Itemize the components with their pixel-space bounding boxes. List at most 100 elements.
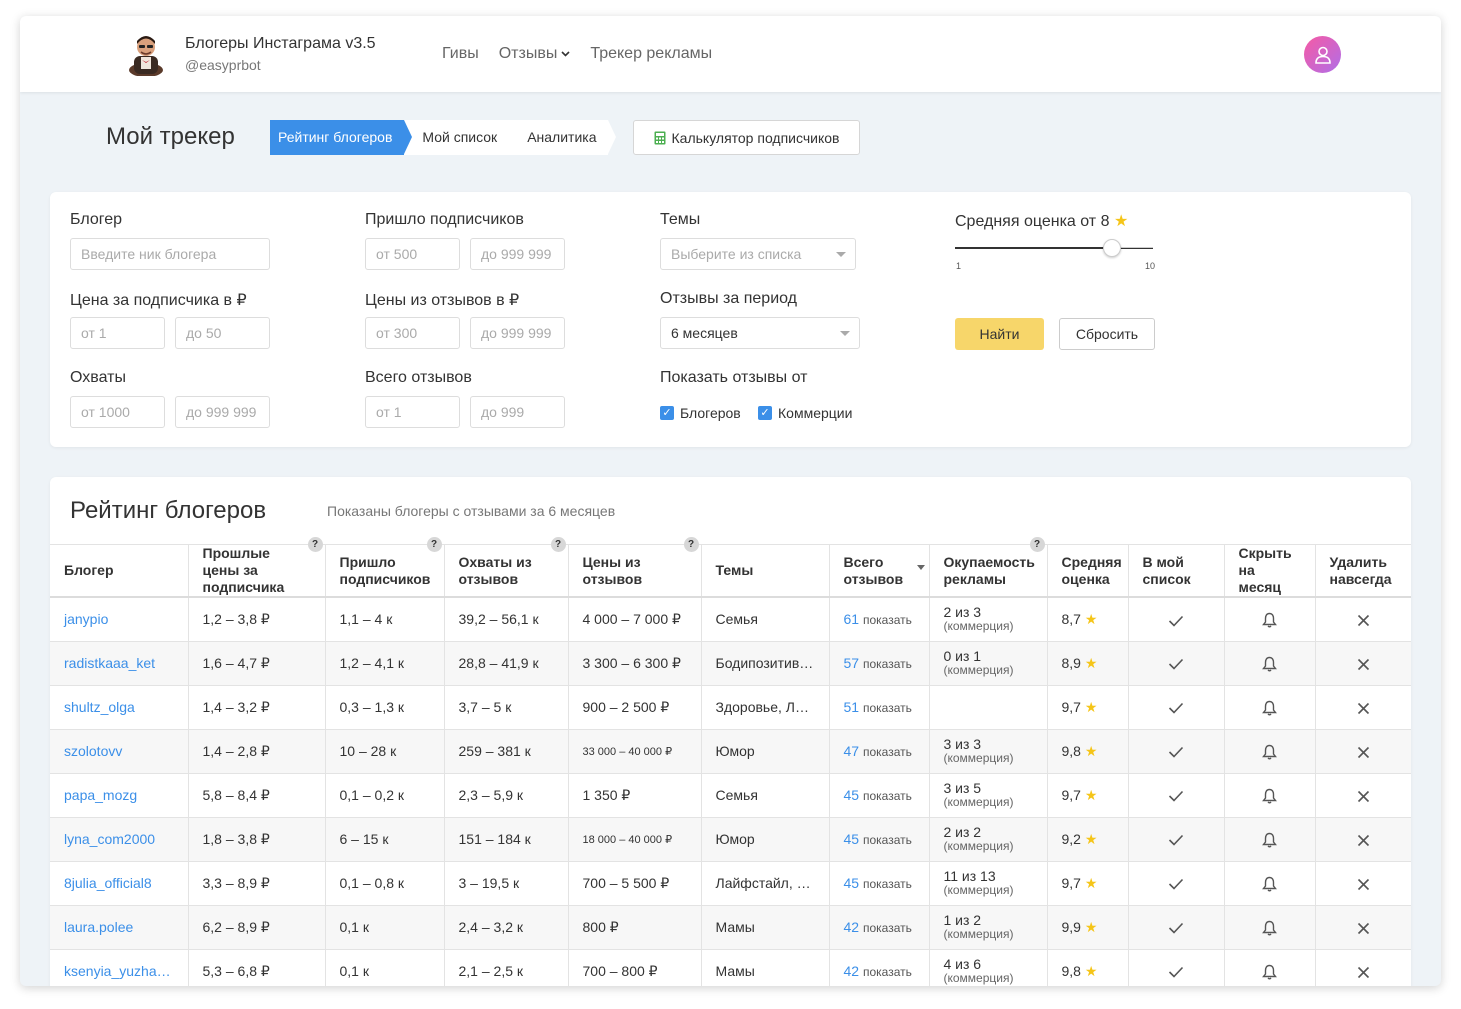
bot-avatar[interactable] [124,30,168,77]
add-to-list-button[interactable] [1128,905,1225,950]
calculator-button[interactable]: Калькулятор подписчиков [633,120,860,155]
user-avatar[interactable] [1304,36,1341,73]
hide-month-button[interactable] [1224,949,1316,986]
total-reviews-cell[interactable]: 61 показать [829,597,930,642]
add-to-list-button[interactable] [1128,817,1225,862]
bloggers-checkbox[interactable]: ✓ Блогеров [660,405,741,421]
show-reviews-link[interactable]: показать [863,745,912,759]
total-reviews-count[interactable]: 45 [844,875,860,891]
nav-item-otzyvy[interactable]: Отзывы [499,45,571,63]
price-from-input[interactable]: от 1 [70,317,165,349]
add-to-list-button[interactable] [1128,641,1225,686]
blogger-link[interactable]: laura.polee [50,905,189,950]
total-reviews-cell[interactable]: 45 показать [829,861,930,906]
delete-forever-button[interactable] [1315,861,1411,906]
total-reviews-count[interactable]: 57 [844,655,860,671]
delete-forever-button[interactable] [1315,685,1411,730]
show-reviews-link[interactable]: показать [863,657,912,671]
help-icon[interactable]: ? [550,537,566,552]
total-reviews-count[interactable]: 47 [844,743,860,759]
blogger-link[interactable]: radistkaaa_ket [50,641,189,686]
total-reviews-cell[interactable]: 45 показать [829,817,930,862]
delete-forever-button[interactable] [1315,773,1411,818]
total-to-input[interactable]: до 999 [470,396,565,428]
nav-item-ad-tracker[interactable]: Трекер рекламы [590,45,712,63]
total-reviews-count[interactable]: 42 [844,919,860,935]
avg-score-slider-thumb[interactable] [1103,239,1121,257]
help-icon[interactable]: ? [683,537,699,552]
blogger-link[interactable]: 8julia_official8 [50,861,189,906]
col-total-reviews[interactable]: Всего отзывов [829,544,930,598]
blogger-link[interactable]: lyna_com2000 [50,817,189,862]
tab-analytics[interactable]: Аналитика [509,120,617,155]
period-select[interactable]: 6 месяцев [660,317,860,349]
reach-from-input[interactable]: от 1000 [70,396,165,428]
help-icon[interactable]: ? [426,537,442,552]
hide-month-button[interactable] [1224,861,1316,906]
total-reviews-cell[interactable]: 42 показать [829,949,930,986]
tab-rating[interactable]: Рейтинг блогеров [270,120,413,155]
help-icon[interactable]: ? [1029,537,1045,552]
blogger-search-input[interactable]: Введите ник блогера [70,238,270,270]
show-reviews-link[interactable]: показать [863,921,912,935]
total-reviews-cell[interactable]: 45 показать [829,773,930,818]
add-to-list-button[interactable] [1128,685,1225,730]
hide-month-button[interactable] [1224,641,1316,686]
show-reviews-link[interactable]: показать [863,833,912,847]
reset-button[interactable]: Сбросить [1059,318,1155,350]
delete-forever-button[interactable] [1315,949,1411,986]
total-reviews-count[interactable]: 42 [844,963,860,979]
reach-to-input[interactable]: до 999 999 [175,396,270,428]
review-price-from-input[interactable]: от 300 [365,317,460,349]
nav-item-givy[interactable]: Гивы [442,45,479,63]
add-to-list-button[interactable] [1128,861,1225,906]
show-reviews-link[interactable]: показать [863,613,912,627]
review-price-to-input[interactable]: до 999 999 [470,317,565,349]
add-to-list-button[interactable] [1128,597,1225,642]
total-reviews-count[interactable]: 61 [844,611,860,627]
blogger-link[interactable]: papa_mozg [50,773,189,818]
blogger-link[interactable]: shultz_olga [50,685,189,730]
add-to-list-button[interactable] [1128,773,1225,818]
prices-cell: 800 ₽ [568,905,702,950]
blogger-link[interactable]: ksenyia_yuzha… [50,949,189,986]
show-reviews-link[interactable]: показать [863,877,912,891]
show-reviews-link[interactable]: показать [863,965,912,979]
hide-month-button[interactable] [1224,773,1316,818]
add-to-list-button[interactable] [1128,729,1225,774]
hide-month-button[interactable] [1224,817,1316,862]
help-icon[interactable]: ? [307,537,323,552]
delete-forever-button[interactable] [1315,597,1411,642]
total-reviews-cell[interactable]: 51 показать [829,685,930,730]
total-reviews-count[interactable]: 45 [844,831,860,847]
show-reviews-link[interactable]: показать [863,789,912,803]
hide-month-button[interactable] [1224,685,1316,730]
commerce-checkbox[interactable]: ✓ Коммерции [758,405,852,421]
show-reviews-link[interactable]: показать [863,701,912,715]
delete-forever-button[interactable] [1315,905,1411,950]
total-from-input[interactable]: от 1 [365,396,460,428]
subs-from-input[interactable]: от 500 [365,238,460,270]
total-reviews-cell[interactable]: 42 показать [829,905,930,950]
tab-my-list[interactable]: Мой список [404,120,517,155]
total-reviews-count[interactable]: 51 [844,699,860,715]
find-button[interactable]: Найти [955,318,1044,350]
add-to-list-button[interactable] [1128,949,1225,986]
avg-score-slider-track[interactable] [955,247,1153,249]
subs-to-input[interactable]: до 999 999 [470,238,565,270]
delete-forever-button[interactable] [1315,641,1411,686]
delete-forever-button[interactable] [1315,817,1411,862]
total-reviews-count[interactable]: 45 [844,787,860,803]
price-to-input[interactable]: до 50 [175,317,270,349]
subs-label: Пришло подписчиков [365,211,524,228]
star-icon: ★ [1084,874,1098,891]
blogger-link[interactable]: janypio [50,597,189,642]
hide-month-button[interactable] [1224,905,1316,950]
hide-month-button[interactable] [1224,597,1316,642]
blogger-link[interactable]: szolotovv [50,729,189,774]
total-reviews-cell[interactable]: 57 показать [829,641,930,686]
hide-month-button[interactable] [1224,729,1316,774]
delete-forever-button[interactable] [1315,729,1411,774]
total-reviews-cell[interactable]: 47 показать [829,729,930,774]
themes-select[interactable]: Выберите из списка [660,238,856,270]
